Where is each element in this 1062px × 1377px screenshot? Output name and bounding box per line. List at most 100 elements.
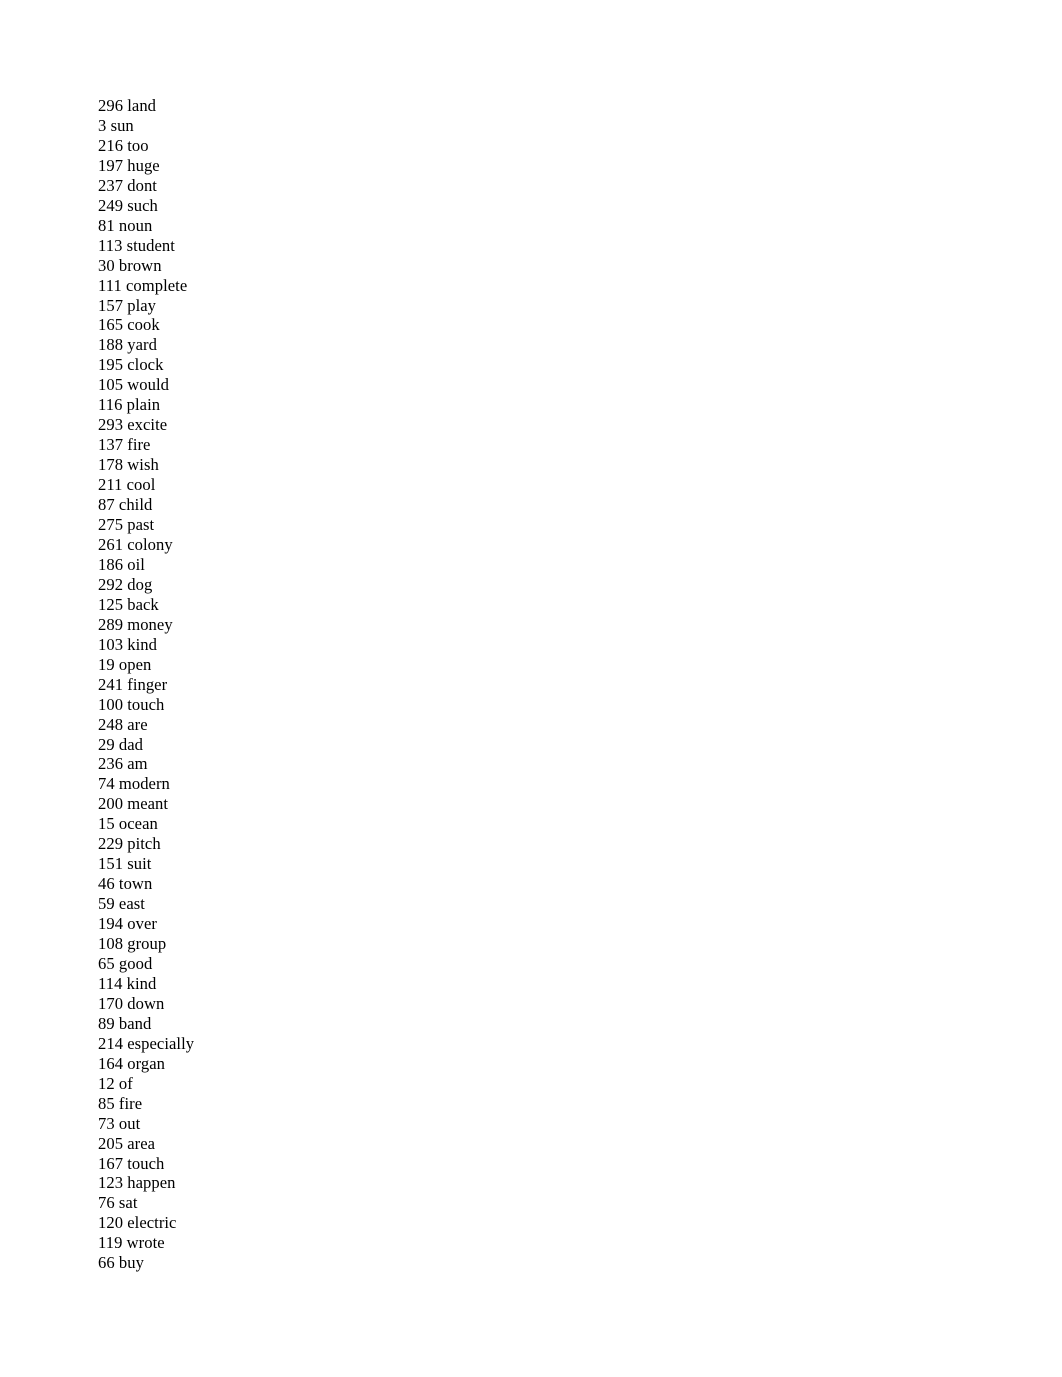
entry-word: over: [127, 914, 157, 934]
list-item: 170 down: [98, 994, 194, 1014]
list-item: 289 money: [98, 615, 194, 635]
entry-word: of: [118, 1073, 133, 1093]
list-item: 81 noun: [98, 216, 194, 236]
list-item: 164 organ: [98, 1054, 194, 1074]
list-item: 66 buy: [98, 1253, 194, 1273]
list-item: 293 excite: [98, 415, 194, 435]
entry-count: 200: [98, 794, 124, 814]
list-item: 111 complete: [98, 276, 194, 296]
entry-word: kind: [126, 973, 157, 993]
entry-word: student: [126, 235, 175, 255]
list-item: 19 open: [98, 655, 194, 675]
entry-word: fire: [118, 1093, 143, 1113]
list-item: 188 yard: [98, 335, 194, 355]
list-item: 74 modern: [98, 774, 194, 794]
list-item: 123 happen: [98, 1173, 194, 1193]
list-item: 186 oil: [98, 555, 194, 575]
list-item: 100 touch: [98, 695, 194, 715]
entry-word: yard: [127, 335, 157, 355]
entry-word: oil: [127, 554, 145, 574]
entry-word: dont: [127, 175, 157, 195]
entry-count: 296: [98, 96, 124, 115]
list-item: 296 land: [98, 96, 194, 116]
entry-word: colony: [127, 534, 173, 554]
list-item: 103 kind: [98, 635, 194, 655]
entry-count: 15: [98, 814, 115, 834]
list-item: 76 sat: [98, 1193, 194, 1213]
entry-count: 211: [98, 475, 123, 495]
entry-count: 66: [98, 1253, 115, 1273]
entry-count: 188: [98, 335, 124, 355]
list-item: 249 such: [98, 196, 194, 216]
entry-word: noun: [118, 215, 153, 235]
entry-word: cook: [127, 315, 160, 335]
entry-word: plain: [126, 395, 161, 415]
entry-word: fire: [127, 435, 151, 455]
entry-word: complete: [126, 275, 188, 295]
list-item: 229 pitch: [98, 834, 194, 854]
entry-count: 76: [98, 1193, 115, 1213]
entry-count: 73: [98, 1113, 115, 1133]
entry-word: dog: [127, 574, 153, 594]
list-item: 194 over: [98, 914, 194, 934]
list-item: 178 wish: [98, 455, 194, 475]
entry-count: 65: [98, 953, 115, 973]
entry-word: too: [127, 135, 149, 155]
list-item: 237 dont: [98, 176, 194, 196]
list-item: 137 fire: [98, 435, 194, 455]
entry-word: cool: [126, 475, 156, 495]
entry-count: 229: [98, 834, 124, 854]
list-item: 195 clock: [98, 355, 194, 375]
entry-word: would: [127, 375, 169, 395]
entry-count: 194: [98, 914, 124, 934]
entry-word: buy: [118, 1253, 144, 1273]
entry-word: east: [118, 894, 145, 914]
entry-count: 30: [98, 255, 115, 275]
list-item: 59 east: [98, 894, 194, 914]
entry-count: 164: [98, 1053, 124, 1073]
entry-count: 165: [98, 315, 124, 335]
entry-count: 178: [98, 455, 124, 475]
list-item: 236 am: [98, 754, 194, 774]
list-item: 241 finger: [98, 675, 194, 695]
list-item: 87 child: [98, 495, 194, 515]
list-item: 30 brown: [98, 256, 194, 276]
list-item: 116 plain: [98, 395, 194, 415]
entry-count: 236: [98, 754, 124, 774]
entry-word: happen: [127, 1173, 176, 1193]
list-item: 15 ocean: [98, 814, 194, 834]
list-item: 85 fire: [98, 1094, 194, 1114]
entry-word: town: [118, 874, 153, 894]
entry-count: 275: [98, 515, 124, 535]
entry-count: 116: [98, 395, 123, 415]
entry-count: 59: [98, 894, 115, 914]
list-item: 113 student: [98, 236, 194, 256]
entry-count: 105: [98, 375, 124, 395]
entry-count: 195: [98, 355, 124, 375]
entry-word: band: [118, 1013, 152, 1033]
list-item: 205 area: [98, 1134, 194, 1154]
entry-word: down: [127, 993, 165, 1013]
list-item: 46 town: [98, 874, 194, 894]
entry-word: play: [127, 295, 157, 315]
entry-word: am: [127, 754, 148, 774]
entry-count: 216: [98, 135, 124, 155]
list-item: 119 wrote: [98, 1233, 194, 1253]
entry-count: 46: [98, 874, 115, 894]
entry-word: out: [118, 1113, 141, 1133]
entry-count: 248: [98, 714, 124, 734]
entry-word: dad: [118, 734, 144, 754]
entry-count: 205: [98, 1133, 124, 1153]
list-item: 165 cook: [98, 315, 194, 335]
list-item: 65 good: [98, 954, 194, 974]
entry-count: 125: [98, 594, 124, 614]
list-item: 73 out: [98, 1114, 194, 1134]
entry-count: 19: [98, 654, 115, 674]
entry-word: wish: [127, 455, 159, 475]
entry-word: touch: [127, 1153, 165, 1173]
list-item: 216 too: [98, 136, 194, 156]
entry-count: 85: [98, 1093, 115, 1113]
list-item: 108 group: [98, 934, 194, 954]
entry-count: 289: [98, 614, 124, 634]
entry-count: 167: [98, 1153, 124, 1173]
